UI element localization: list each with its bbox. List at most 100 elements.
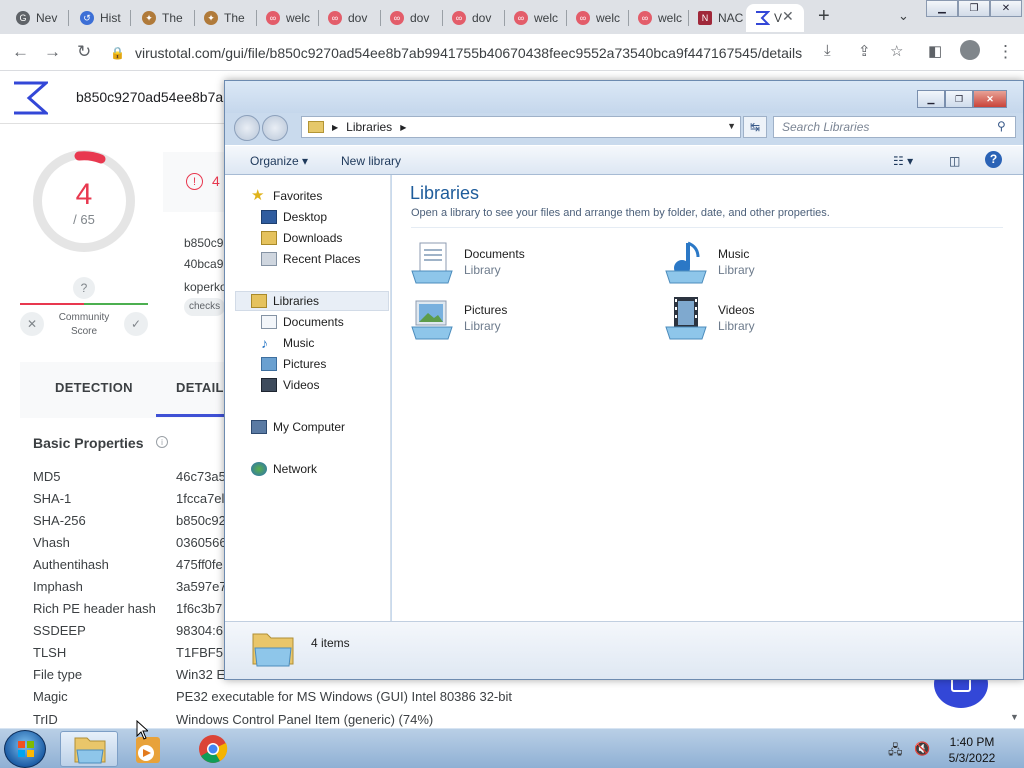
search-icon[interactable]: ⚲ bbox=[997, 119, 1006, 133]
address-dropdown-icon[interactable]: ▼ bbox=[727, 121, 736, 131]
help-icon[interactable]: ? bbox=[985, 151, 1002, 168]
nav-videos[interactable]: Videos bbox=[261, 378, 319, 392]
volume-muted-tray-icon[interactable]: 🔇 bbox=[914, 741, 930, 757]
minimize-button[interactable]: ▁ bbox=[917, 90, 945, 108]
breadcrumb-arrow-icon[interactable]: ▶ bbox=[400, 123, 406, 132]
browser-tab[interactable]: ∞ dov bbox=[382, 4, 440, 32]
library-pictures[interactable]: Pictures Library bbox=[410, 295, 640, 345]
close-tab-icon[interactable]: ✕ bbox=[782, 8, 794, 25]
back-arrow-icon[interactable]: ← bbox=[12, 42, 29, 62]
taskbar-media-player[interactable] bbox=[120, 731, 178, 767]
nav-music[interactable]: ♪ Music bbox=[261, 336, 314, 350]
help-icon[interactable]: ? bbox=[73, 277, 95, 299]
nav-documents[interactable]: Documents bbox=[261, 315, 344, 329]
property-key: MD5 bbox=[33, 469, 61, 484]
tab-search-chevron-icon[interactable]: ⌄ bbox=[898, 8, 909, 24]
maximize-button[interactable]: ❐ bbox=[945, 90, 973, 108]
nav-my-computer[interactable]: My Computer bbox=[251, 420, 345, 434]
library-music[interactable]: Music Library bbox=[664, 239, 894, 289]
property-value: 3a597e7 bbox=[176, 579, 224, 594]
taskbar-clock[interactable]: 1:40 PM 5/3/2022 bbox=[940, 734, 1004, 766]
library-type: Library bbox=[718, 319, 755, 333]
preview-pane-icon[interactable]: ◫ bbox=[949, 154, 960, 168]
more-menu-icon[interactable]: ⋮ bbox=[997, 42, 1014, 62]
browser-tab[interactable]: ∞ welc bbox=[568, 4, 626, 32]
browser-tab[interactable]: ✦ The bbox=[196, 4, 254, 32]
browser-tab[interactable]: ∞ dov bbox=[444, 4, 502, 32]
new-library-button[interactable]: New library bbox=[341, 154, 401, 168]
side-panel-icon[interactable]: ◧ bbox=[928, 42, 942, 60]
minimize-button[interactable]: ▁ bbox=[926, 0, 958, 17]
library-videos[interactable]: Videos Library bbox=[664, 295, 894, 345]
vote-malicious-icon[interactable]: ✕ bbox=[20, 312, 44, 336]
taskbar-chrome[interactable] bbox=[184, 731, 242, 767]
browser-tab[interactable]: ∞ welc bbox=[258, 4, 316, 32]
tab-details[interactable]: DETAIL bbox=[176, 380, 224, 395]
divider bbox=[411, 227, 1003, 228]
vote-harmless-icon[interactable]: ✓ bbox=[124, 312, 148, 336]
close-button[interactable]: ✕ bbox=[973, 90, 1007, 108]
profile-avatar[interactable] bbox=[960, 40, 980, 60]
puzzle-icon: ✦ bbox=[204, 11, 218, 25]
organize-menu[interactable]: Organize ▾ bbox=[250, 154, 308, 168]
puzzle-icon: ✦ bbox=[142, 11, 156, 25]
site-icon: N bbox=[698, 11, 712, 25]
browser-tab[interactable]: ∞ welc bbox=[630, 4, 688, 32]
window-titlebar[interactable]: ▁ ❐ ✕ bbox=[225, 81, 1023, 113]
info-icon[interactable]: i bbox=[156, 436, 168, 448]
share-icon[interactable]: ⇪ bbox=[858, 42, 871, 60]
basic-properties-title: Basic Properties bbox=[33, 435, 144, 451]
taskbar-explorer[interactable] bbox=[60, 731, 118, 767]
property-value: 475ff0fe bbox=[176, 557, 223, 572]
content-pane: Libraries Open a library to see your fil… bbox=[392, 175, 1023, 621]
nav-downloads[interactable]: Downloads bbox=[261, 231, 342, 245]
back-button[interactable] bbox=[234, 115, 260, 141]
search-input[interactable]: Search Libraries bbox=[773, 116, 1016, 138]
nav-pictures[interactable]: Pictures bbox=[261, 357, 326, 371]
forward-button[interactable] bbox=[262, 115, 288, 141]
nav-recent-places[interactable]: Recent Places bbox=[261, 252, 360, 266]
start-button[interactable] bbox=[4, 730, 46, 768]
new-tab-button[interactable]: + bbox=[818, 5, 830, 28]
nav-libraries[interactable]: Libraries bbox=[235, 291, 389, 311]
site-icon: ∞ bbox=[514, 11, 528, 25]
documents-library-icon bbox=[411, 242, 453, 284]
nav-favorites[interactable]: ★ Favorites bbox=[251, 188, 322, 203]
network-tray-icon[interactable]: 🖧 bbox=[888, 741, 903, 763]
browser-tab[interactable]: ↺ Hist bbox=[72, 4, 128, 32]
nav-desktop[interactable]: Desktop bbox=[261, 210, 327, 224]
library-name: Music bbox=[718, 247, 750, 261]
tag-chip[interactable]: checks bbox=[184, 298, 226, 316]
tab-detection[interactable]: DETECTION bbox=[55, 380, 133, 395]
forward-arrow-icon[interactable]: → bbox=[44, 42, 61, 62]
nav-network[interactable]: Network bbox=[251, 462, 317, 476]
browser-tab[interactable]: ∞ welc bbox=[506, 4, 564, 32]
browser-tab[interactable]: N NAC bbox=[690, 4, 746, 32]
bookmark-star-icon[interactable]: ☆ bbox=[890, 42, 903, 60]
virustotal-logo[interactable] bbox=[12, 81, 48, 115]
property-key: SHA-256 bbox=[33, 513, 86, 528]
file-hash-line: b850c9 bbox=[184, 236, 224, 250]
library-documents[interactable]: Documents Library bbox=[410, 239, 640, 289]
maximize-button[interactable]: ❐ bbox=[958, 0, 990, 17]
file-hash-line: 40bca9 bbox=[184, 257, 224, 271]
browser-tab[interactable]: G Nev bbox=[8, 4, 64, 32]
scroll-down-arrow[interactable]: ▼ bbox=[1010, 712, 1019, 722]
chrome-icon bbox=[199, 735, 228, 763]
close-window-button[interactable]: ✕ bbox=[990, 0, 1022, 17]
browser-tab[interactable]: ∞ dov bbox=[320, 4, 378, 32]
property-value: 98304:6 bbox=[176, 623, 223, 638]
refresh-button[interactable]: ↹ bbox=[743, 116, 767, 138]
breadcrumb-libraries[interactable]: Libraries bbox=[346, 120, 392, 134]
breadcrumb-arrow-icon[interactable]: ▶ bbox=[332, 123, 338, 132]
view-options-icon[interactable]: ☷ ▾ bbox=[893, 154, 913, 168]
address-bar[interactable]: 🔒 virustotal.com/gui/file/b850c9270ad54e… bbox=[110, 38, 816, 67]
clock-date: 5/3/2022 bbox=[948, 751, 996, 765]
pictures-icon bbox=[261, 357, 277, 371]
reload-icon[interactable]: ↻ bbox=[77, 42, 91, 62]
search-hash-text[interactable]: b850c9270ad54ee8b7a bbox=[76, 89, 223, 105]
browser-tab-active[interactable]: V bbox=[746, 4, 804, 32]
browser-tab[interactable]: ✦ The bbox=[134, 4, 192, 32]
download-icon[interactable]: ⤓ bbox=[824, 42, 831, 59]
address-bar[interactable]: ▶ Libraries ▶ ▼ bbox=[301, 116, 741, 138]
